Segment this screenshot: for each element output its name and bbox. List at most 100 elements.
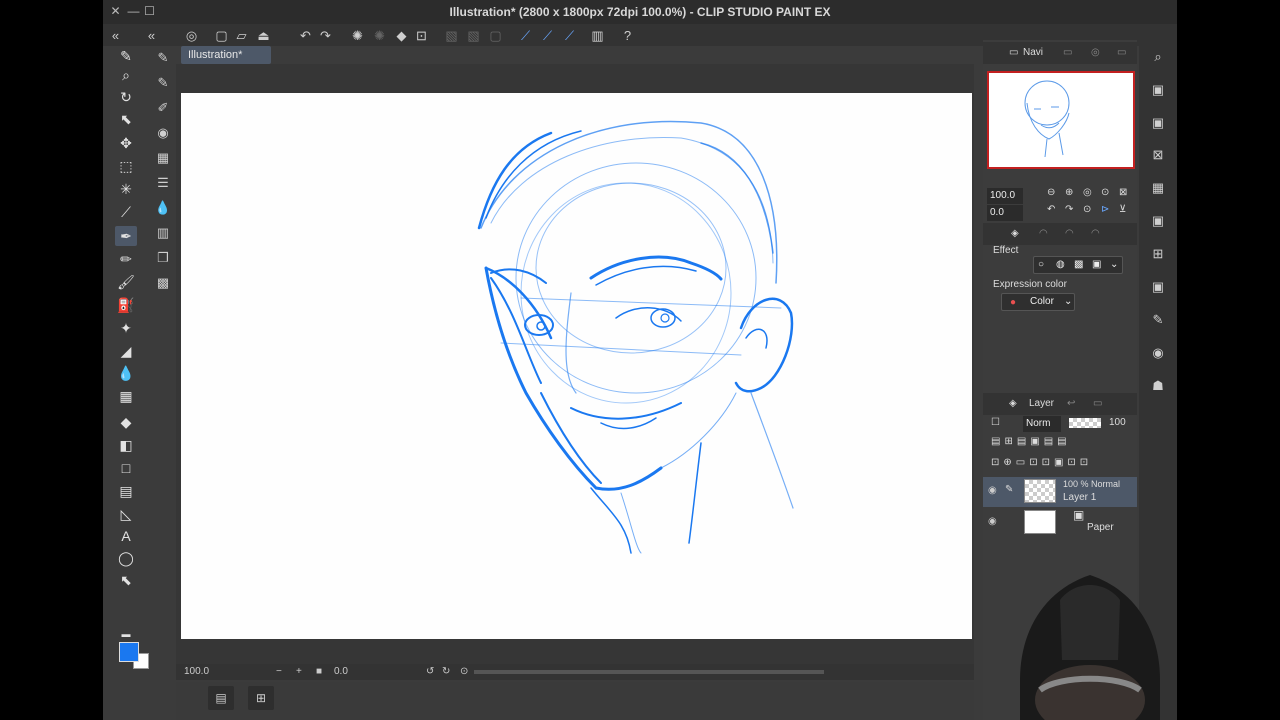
effect-watercolor-icon[interactable]: ▩	[1074, 257, 1083, 273]
main-color-swatch[interactable]	[119, 642, 139, 662]
selection-tool-icon[interactable]: ⬚	[115, 156, 137, 176]
operation-tool-icon[interactable]: ⬉	[115, 109, 137, 129]
effect-none-icon[interactable]: ○	[1038, 257, 1044, 273]
character-icon[interactable]: ☗	[1147, 375, 1169, 397]
blend-mode-select[interactable]: Norm	[1023, 416, 1061, 432]
layer-lock-icons[interactable]: ▤⊞▤▣▤▤	[991, 436, 1071, 447]
navigator-actual-size-icon[interactable]: ◎	[1083, 187, 1092, 198]
rotation-value[interactable]: 0.0	[334, 666, 348, 677]
navigator-fit-icon[interactable]: ⊙	[1101, 187, 1109, 198]
horizontal-scrollbar[interactable]	[474, 670, 824, 674]
ruler-icon[interactable]: ◺	[115, 504, 137, 524]
snap-grid-icon[interactable]: ⟋	[561, 27, 578, 44]
magic-wand-icon[interactable]: ✳	[115, 179, 137, 199]
search-icon[interactable]: ⌕	[1147, 46, 1169, 68]
color-set-icon[interactable]: ◠	[1091, 228, 1100, 239]
tool-property-icon[interactable]: ◈	[1011, 228, 1019, 239]
navigator-reset-rotate-icon[interactable]: ⊙	[1083, 204, 1091, 215]
save-icon[interactable]: ⏏	[255, 27, 272, 44]
move-layer-icon[interactable]: ✥	[115, 133, 137, 153]
deselect-icon[interactable]: ▧	[443, 27, 460, 44]
search-layer-icon[interactable]: ▭	[1117, 47, 1126, 58]
subtool-marker-icon[interactable]: ✎	[152, 73, 174, 93]
effect-buttons[interactable]: ○ ◍ ▩ ▣ ⌄	[1033, 256, 1123, 274]
brush-tip-icon[interactable]: ✎	[115, 46, 137, 66]
layer-property-tab-icon[interactable]: ◎	[1091, 47, 1100, 58]
balloon-icon[interactable]: ◯	[115, 548, 137, 568]
transform-icon[interactable]: ⊡	[413, 27, 430, 44]
close-panel-icon[interactable]: ⊠	[1147, 144, 1169, 166]
navigator-fit-window-icon[interactable]: ⊠	[1119, 187, 1127, 198]
subtool-brush-icon[interactable]: ✐	[152, 98, 174, 118]
zoom-out-icon[interactable]: −	[276, 666, 282, 677]
airbrush-icon[interactable]: ⛽	[115, 295, 137, 315]
navigator-rotate-right-icon[interactable]: ↷	[1065, 204, 1073, 215]
effect-layer-icon[interactable]: ▣	[1092, 257, 1101, 273]
navigator-flip-h-icon[interactable]: ⊳	[1101, 204, 1109, 215]
clear-outside-icon[interactable]: ✺	[371, 27, 388, 44]
rotate-right-icon[interactable]: ↻	[442, 666, 450, 677]
drawing-canvas[interactable]	[181, 93, 972, 639]
subtool-drops-icon[interactable]: 💧	[152, 198, 174, 218]
fit-icon[interactable]: ■	[316, 666, 322, 677]
invert-selection-icon[interactable]: ▧	[465, 27, 482, 44]
paint-bucket-icon[interactable]: ◆	[115, 412, 137, 432]
transparent-color-icon[interactable]: ▬	[115, 624, 137, 644]
expression-color-select[interactable]: ● Color ⌄	[1001, 293, 1075, 311]
grid-panel-icon[interactable]: ▦	[1147, 177, 1169, 199]
clear-icon[interactable]: ✺	[349, 27, 366, 44]
material-2-icon[interactable]: ▣	[1147, 112, 1169, 134]
rotate-left-icon[interactable]: ↺	[426, 666, 434, 677]
reset-rotation-icon[interactable]: ⊙	[460, 666, 468, 677]
brush-size-icon[interactable]: ◠	[1039, 228, 1048, 239]
frame-border-icon[interactable]: ▤	[115, 481, 137, 501]
text-tool-icon[interactable]: A	[115, 526, 137, 546]
timeline-icon[interactable]: ⊞	[248, 686, 274, 710]
decoration-icon[interactable]: ✦	[115, 318, 137, 338]
subtool-film-icon[interactable]: ▥	[152, 223, 174, 243]
fill-tool-icon[interactable]: ▦	[115, 386, 137, 406]
layer-action-icons[interactable]: ⊡⊕▭⊡⊡▣⊡⊡	[991, 457, 1092, 468]
open-file-icon[interactable]: ▱	[233, 27, 250, 44]
layer-row-layer-1[interactable]: ◉ ✎ 100 % Normal Layer 1	[983, 477, 1137, 507]
show-selection-icon[interactable]: ▢	[487, 27, 504, 44]
brush-tool-icon[interactable]: 🖌	[115, 272, 137, 292]
pencil-tool-icon[interactable]: ✏	[115, 249, 137, 269]
redo-icon[interactable]: ↷	[317, 27, 334, 44]
navigator-zoom-in-icon[interactable]: ⊕	[1065, 187, 1073, 198]
folder-2-icon[interactable]: ▣	[1147, 276, 1169, 298]
effect-dropdown-icon[interactable]: ⌄	[1110, 257, 1118, 273]
history-icon[interactable]: ↩	[1067, 398, 1075, 409]
zoom-tool-icon[interactable]: ⌕	[115, 65, 137, 85]
sequence-icon[interactable]: ⊞	[1147, 243, 1169, 265]
eye-icon[interactable]: ◉	[988, 516, 997, 527]
gradient-icon[interactable]: ◧	[115, 435, 137, 455]
folder-icon[interactable]: ▣	[1147, 210, 1169, 232]
snap-special-ruler-icon[interactable]: ⟋	[539, 27, 556, 44]
subtool-list-icon[interactable]: ☰	[152, 173, 174, 193]
pen-tool-icon[interactable]: ✒	[115, 226, 137, 246]
zoom-value[interactable]: 100.0	[184, 666, 209, 677]
layer-tab[interactable]: ◈ Layer ↩ ▭	[983, 393, 1137, 415]
rotate-tool-icon[interactable]: ↻	[115, 87, 137, 107]
layer-opacity-value[interactable]: 100	[1109, 417, 1126, 428]
companion-mode-icon[interactable]: ▥	[589, 27, 606, 44]
clip-studio-icon[interactable]: ◎	[183, 27, 200, 44]
eraser-icon[interactable]: ◢	[115, 341, 137, 361]
figure-tool-icon[interactable]: □	[115, 458, 137, 478]
subtool-pattern-icon[interactable]: ▩	[152, 273, 174, 293]
layer-checkbox-icon[interactable]: ☐	[991, 417, 1000, 428]
navigator-thumbnail[interactable]	[987, 71, 1135, 169]
document-tab[interactable]: Illustration*	[181, 46, 271, 64]
subview-icon[interactable]: ▭	[1063, 47, 1072, 58]
new-file-icon[interactable]: ▢	[213, 27, 230, 44]
zoom-in-icon[interactable]: +	[296, 666, 302, 677]
subtool-copy-icon[interactable]: ❐	[152, 248, 174, 268]
navigator-zoom-field[interactable]: 100.0	[987, 188, 1023, 204]
navigator-zoom-out-icon[interactable]: ⊖	[1047, 187, 1055, 198]
auto-action-icon[interactable]: ▭	[1093, 398, 1102, 409]
opacity-slider[interactable]	[1069, 418, 1101, 428]
navigator-rotate-field[interactable]: 0.0	[987, 205, 1023, 221]
subtool-pen-icon[interactable]: ✎	[152, 48, 174, 68]
undo-icon[interactable]: ↶	[297, 27, 314, 44]
